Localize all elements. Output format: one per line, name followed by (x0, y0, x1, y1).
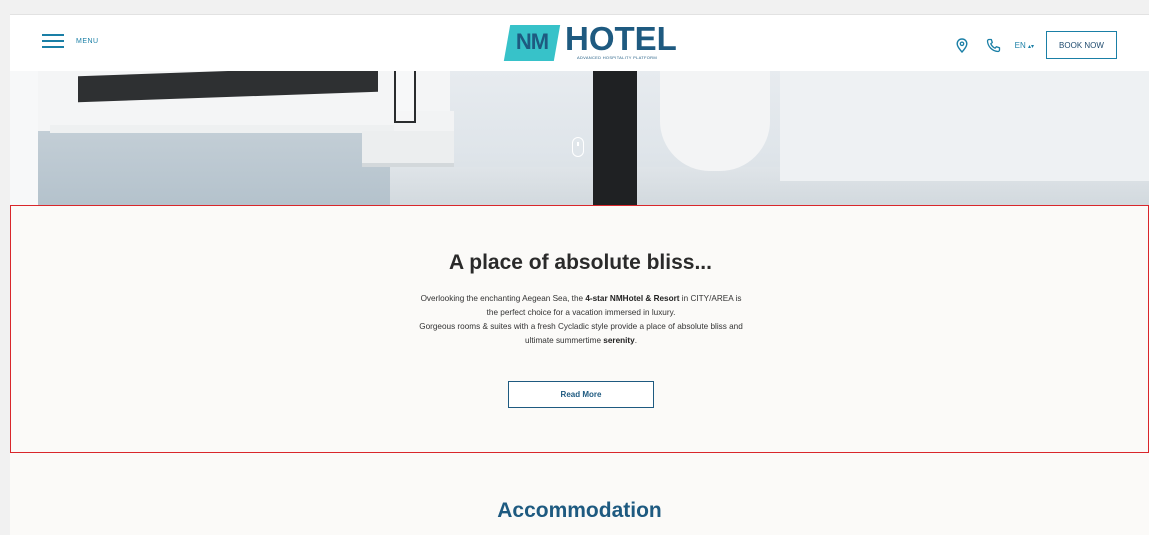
language-caret-icon: ▴▾ (1027, 43, 1034, 50)
phone-icon[interactable] (985, 36, 1003, 54)
read-more-button[interactable]: Read More (508, 381, 654, 408)
site-header: MENU NM HOTEL ADVANCED HOSPITALITY PLATF… (10, 14, 1149, 71)
intro-section: A place of absolute bliss... Overlooking… (10, 205, 1149, 453)
accommodation-section: Accommodation (10, 453, 1149, 535)
intro-title: A place of absolute bliss... (449, 251, 712, 274)
logo-badge-text: NM (515, 29, 549, 54)
logo-tagline: ADVANCED HOSPITALITY PLATFORM (577, 55, 657, 60)
menu-label: MENU (76, 37, 99, 45)
menu-button[interactable]: MENU (42, 34, 99, 48)
book-now-button[interactable]: BOOK NOW (1046, 31, 1117, 59)
intro-description: Overlooking the enchanting Aegean Sea, t… (419, 294, 743, 345)
scroll-down-icon[interactable] (572, 137, 584, 157)
hero-image (10, 71, 1149, 205)
logo-wordmark: HOTEL ADVANCED HOSPITALITY PLATFORM (565, 20, 677, 60)
language-selector[interactable]: EN ▴▾ (1015, 41, 1034, 50)
page: MENU NM HOTEL ADVANCED HOSPITALITY PLATF… (10, 14, 1149, 535)
accommodation-title: Accommodation (497, 499, 662, 522)
logo-badge: NM (503, 25, 561, 61)
logo-hotel-text: HOTEL (565, 20, 677, 57)
header-actions: EN ▴▾ BOOK NOW (953, 31, 1117, 59)
hamburger-icon (42, 34, 64, 48)
location-pin-icon[interactable] (953, 36, 971, 54)
logo[interactable]: NM HOTEL ADVANCED HOSPITALITY PLATFORM (503, 20, 677, 63)
